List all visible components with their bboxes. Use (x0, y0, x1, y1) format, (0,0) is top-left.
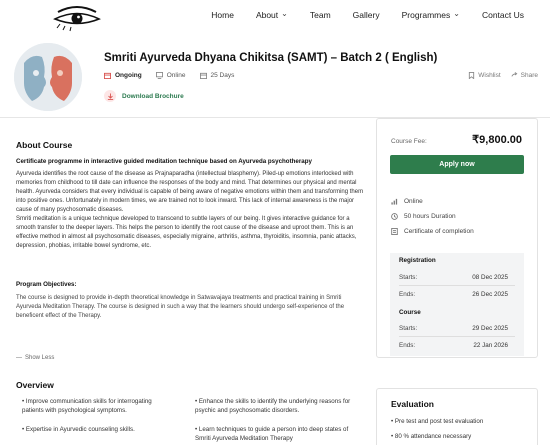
duration-info: 25 Days (199, 72, 235, 79)
course-starts-label: Starts: (399, 325, 418, 332)
certificate-icon (391, 228, 398, 235)
overview-item: • Expertise in Ayurvedic counseling skil… (22, 426, 135, 433)
overview-left-column: • Improve communication skills for inter… (22, 397, 172, 444)
course-ends-label: Ends: (399, 342, 416, 349)
objectives-text: The course is designed to provide in-dep… (16, 295, 345, 319)
status-badge: Ongoing (104, 72, 142, 79)
feature-certificate: Certificate of completion (391, 228, 474, 235)
evaluation-heading: Evaluation (391, 399, 434, 409)
course-meta: Ongoing Online 25 Days (104, 72, 234, 79)
course-title: Smriti Ayurveda Dhyana Chikitsa (SAMT) –… (104, 52, 438, 64)
fee-card: Course Fee: ₹9,800.00 Apply now Online 5… (376, 118, 538, 358)
calendar-days-icon (199, 72, 207, 79)
evaluation-item: • Pre test and post test evaluation (391, 418, 484, 425)
about-subheading: Certificate programme in interactive gui… (16, 158, 312, 165)
nav-home[interactable]: Home (211, 10, 234, 20)
wishlist-label: Wishlist (478, 72, 501, 79)
calendar-icon (104, 72, 111, 79)
registration-starts-value: 08 Dec 2025 (472, 274, 508, 281)
share-icon (511, 72, 518, 77)
about-heading: About Course (16, 140, 73, 150)
signal-icon (391, 198, 398, 205)
fee-price: ₹9,800.00 (472, 134, 522, 146)
download-brochure-button[interactable]: Download Brochure (104, 90, 184, 102)
duration-label: 25 Days (210, 72, 235, 79)
overview-item: • Improve communication skills for inter… (22, 398, 152, 414)
course-dates-heading: Course (399, 309, 421, 316)
objectives-heading: Program Objectives: (16, 281, 77, 288)
nav-gallery[interactable]: Gallery (353, 10, 380, 20)
mode-info: Online (155, 72, 186, 79)
overview-item: • Learn techniques to guide a person int… (195, 426, 349, 442)
dash-icon: — (16, 355, 22, 361)
feature-duration: 50 hours Duration (391, 213, 456, 220)
download-icon (104, 90, 116, 102)
wishlist-button[interactable]: Wishlist (468, 72, 501, 79)
registration-heading: Registration (399, 257, 436, 264)
share-label: Share (520, 72, 538, 79)
eye-logo-icon[interactable] (52, 4, 102, 32)
about-paragraph-1: Ayurveda identifies the root cause of th… (16, 171, 364, 213)
nav-about[interactable]: About (256, 10, 288, 20)
two-faces-image (14, 43, 82, 111)
show-less-label: Show Less (25, 355, 55, 361)
fee-label: Course Fee: (391, 138, 427, 145)
show-less-button[interactable]: — Show Less (16, 355, 54, 361)
about-text: Ayurveda identifies the root cause of th… (16, 170, 366, 251)
dates-panel: Registration Starts: 08 Dec 2025 Ends: 2… (390, 253, 524, 356)
mode-label: Online (166, 72, 186, 79)
top-navigation: Home About Team Gallery Programmes Conta… (0, 0, 550, 34)
brochure-label: Download Brochure (122, 92, 184, 100)
feature-label: 50 hours Duration (404, 213, 456, 220)
feature-online: Online (391, 198, 423, 205)
nav-team[interactable]: Team (310, 10, 331, 20)
nav-links: Home About Team Gallery Programmes Conta… (189, 10, 550, 20)
evaluation-card: Evaluation • Pre test and post test eval… (376, 388, 538, 445)
wishlist-share: Wishlist Share (468, 72, 538, 79)
about-paragraph-2: Smriti meditation is a unique technique … (16, 216, 357, 249)
share-button[interactable]: Share (511, 72, 538, 79)
overview-heading: Overview (16, 380, 54, 390)
apply-now-button[interactable]: Apply now (390, 155, 524, 174)
dates-separator (399, 336, 515, 337)
monitor-icon (155, 72, 163, 79)
registration-starts-label: Starts: (399, 274, 418, 281)
feature-label: Certificate of completion (404, 228, 474, 235)
feature-label: Online (404, 198, 423, 205)
nav-programmes[interactable]: Programmes (402, 10, 460, 20)
dates-separator (399, 285, 515, 286)
evaluation-item: • 80 % attendance necessary (391, 433, 472, 440)
overview-item: • Enhance the skills to identify the und… (195, 398, 351, 414)
registration-ends-value: 26 Dec 2025 (472, 291, 508, 298)
course-starts-value: 29 Dec 2025 (472, 325, 508, 332)
course-thumbnail (14, 43, 82, 111)
status-label: Ongoing (115, 72, 142, 79)
course-ends-value: 22 Jan 2026 (473, 342, 508, 349)
registration-ends-label: Ends: (399, 291, 416, 298)
overview-right-column: • Enhance the skills to identify the und… (195, 397, 360, 445)
nav-contact[interactable]: Contact Us (482, 10, 524, 20)
clock-icon (391, 213, 398, 220)
bookmark-icon (469, 72, 475, 79)
